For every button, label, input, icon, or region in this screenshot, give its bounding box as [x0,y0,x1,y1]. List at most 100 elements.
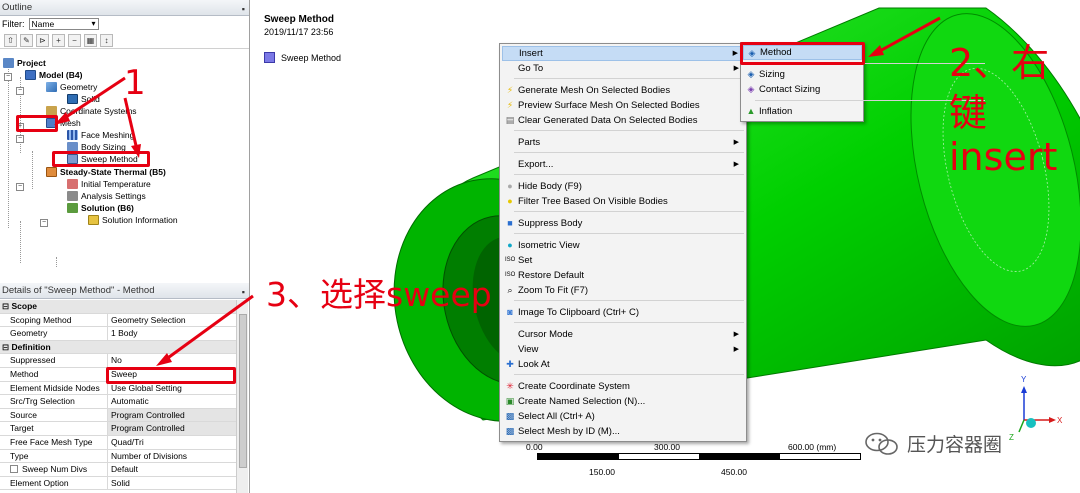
details-row[interactable]: Geometry 1 Body [0,327,236,341]
details-section-scope[interactable]: ⊟ Scope [0,300,236,314]
edit-icon[interactable]: ✎ [20,33,33,47]
tree-item-solution-information[interactable]: Solution Information [88,214,178,226]
tree-item-coordinate-systems[interactable]: Coordinate Systems [46,105,137,117]
menu-item-zoom-to-fit[interactable]: ⌕ Zoom To Fit (F7) [502,283,745,298]
collapse-toggle[interactable]: − [16,87,24,95]
tree-item-face-meshing[interactable]: Face Meshing [67,129,134,141]
details-key: Free Face Mesh Type [0,435,108,449]
menu-item-restore-default[interactable]: ISO Restore Default [502,268,745,283]
menu-label: Insert [519,48,543,59]
menu-item-look-at[interactable]: ✚ Look At [502,357,745,372]
details-value[interactable]: No [108,354,236,367]
submenu-item-inflation[interactable]: ▲ Inflation [743,104,862,119]
tree-item-initial-temperature[interactable]: Initial Temperature [67,178,151,190]
submenu-item-sizing[interactable]: ◈ Sizing [743,67,862,82]
collapse-toggle[interactable]: − [16,183,24,191]
menu-item-select-all[interactable]: ▩ Select All (Ctrl+ A) [502,409,745,424]
menu-item-filter-tree[interactable]: ● Filter Tree Based On Visible Bodies [502,194,745,209]
details-grid: ⊟ Scope Scoping Method Geometry Selection… [0,300,236,491]
tree-item-solid[interactable]: Solid [67,93,100,105]
tree-label: Solution Information [102,215,178,225]
collapse-toggle[interactable]: − [40,219,48,227]
tree-item-model[interactable]: Model (B4) [25,69,82,81]
menu-item-clear-generated-data[interactable]: ▤ Clear Generated Data On Selected Bodies [502,113,745,128]
menu-item-go-to[interactable]: Go To ▶ [502,61,745,76]
details-scrollbar[interactable] [236,300,248,493]
menu-item-create-coordinate-system[interactable]: ✳ Create Coordinate System [502,379,745,394]
details-value[interactable]: 1 Body [108,327,236,340]
details-row[interactable]: Free Face Mesh Type Quad/Tri [0,435,236,450]
details-row[interactable]: Scoping Method Geometry Selection [0,313,236,328]
details-value[interactable]: Automatic [108,395,236,408]
annotation-step3: 3、选择sweep [266,275,492,314]
details-row[interactable]: Type Number of Divisions [0,449,236,464]
menu-item-preview-surface-mesh[interactable]: ⚡ Preview Surface Mesh On Selected Bodies [502,98,745,113]
menu-label: Preview Surface Mesh On Selected Bodies [518,100,700,111]
scrollbar-thumb[interactable] [239,314,247,468]
menu-item-parts[interactable]: Parts ▶ [502,135,745,150]
menu-label: Export... [518,159,554,170]
details-key: Target [0,422,108,435]
details-row[interactable]: Source Program Controlled [0,408,236,423]
menu-item-cursor-mode[interactable]: Cursor Mode ▶ [502,327,745,342]
details-value[interactable]: Solid [108,477,236,490]
details-row[interactable]: Element Option Solid [0,476,236,491]
menu-item-insert[interactable]: Insert ▶ [502,46,745,61]
details-value[interactable]: Number of Divisions [108,450,236,463]
details-value[interactable]: Quad/Tri [108,436,236,449]
menu-item-export[interactable]: Export... ▶ [502,157,745,172]
pin-icon[interactable]: ▪ [242,284,245,300]
filter-label: Filter: [2,19,25,29]
details-row[interactable]: Src/Trg Selection Automatic [0,395,236,409]
tree-item-solution[interactable]: Solution (B6) [67,202,134,214]
details-value[interactable]: Program Controlled [108,422,236,435]
collapse-toggle[interactable]: − [16,135,24,143]
menu-item-hide-body[interactable]: ● Hide Body (F9) [502,179,745,194]
menu-item-suppress-body[interactable]: ■ Suppress Body [502,216,745,231]
expand-icon[interactable]: ⇧ [4,33,17,47]
details-row[interactable]: Suppressed No [0,354,236,368]
pin-icon[interactable]: ▪ [242,1,245,17]
tree-minus-icon[interactable]: − [68,33,81,47]
tree-item-steady-state-thermal[interactable]: Steady-State Thermal (B5) [46,166,166,178]
menu-separator [514,300,744,301]
sort-icon[interactable]: ↕ [100,33,113,47]
details-key: Method [0,367,108,381]
details-value[interactable]: Geometry Selection [108,314,236,327]
collapse-toggle[interactable]: − [4,73,12,81]
menu-label: Select Mesh by ID (M)... [518,426,620,437]
filter-select[interactable]: Name [28,18,99,30]
menu-label: Create Named Selection (N)... [518,396,646,407]
details-section-definition[interactable]: ⊟ Definition [0,340,236,355]
submenu-arrow-icon: ▶ [733,331,739,338]
details-key: Sweep Num Divs [22,464,88,475]
menu-item-create-named-selection[interactable]: ▣ Create Named Selection (N)... [502,394,745,409]
menu-item-isometric-view[interactable]: ● Isometric View [502,238,745,253]
menu-item-set[interactable]: ISO Set [502,253,745,268]
details-row[interactable]: Sweep Num Divs Default [0,463,236,477]
folder-icon[interactable]: ▦ [84,33,97,47]
annotation-step2-line1: 2、右 [949,41,1050,85]
details-key: Element Option [0,476,108,490]
tree-item-project[interactable]: Project [3,57,46,69]
sweep-num-divs-checkbox[interactable] [10,465,18,474]
menu-item-generate-mesh[interactable]: ⚡ Generate Mesh On Selected Bodies [502,83,745,98]
tree-item-geometry[interactable]: Geometry [46,81,97,93]
select-icon: ▩ [505,411,515,421]
tree-collapse-icon[interactable]: ⊳ [36,33,49,47]
menu-item-view[interactable]: View ▶ [502,342,745,357]
menu-item-image-to-clipboard[interactable]: ◙ Image To Clipboard (Ctrl+ C) [502,305,745,320]
submenu-arrow-icon: ▶ [733,161,739,168]
details-key: Src/Trg Selection [0,395,108,408]
tree-item-analysis-settings[interactable]: Analysis Settings [67,190,146,202]
project-icon [3,58,14,68]
menu-item-select-mesh-by-id[interactable]: ▩ Select Mesh by ID (M)... [502,424,745,439]
details-row[interactable]: Target Program Controlled [0,422,236,436]
highlight-box-sweep-method [52,151,150,167]
details-value[interactable]: Program Controlled [108,408,236,422]
section-label: Scope [11,301,37,311]
details-value[interactable]: Default [108,463,236,476]
scale-label: 450.00 [721,467,747,477]
tree-plus-icon[interactable]: + [52,33,65,47]
submenu-item-contact-sizing[interactable]: ◈ Contact Sizing [743,82,862,97]
